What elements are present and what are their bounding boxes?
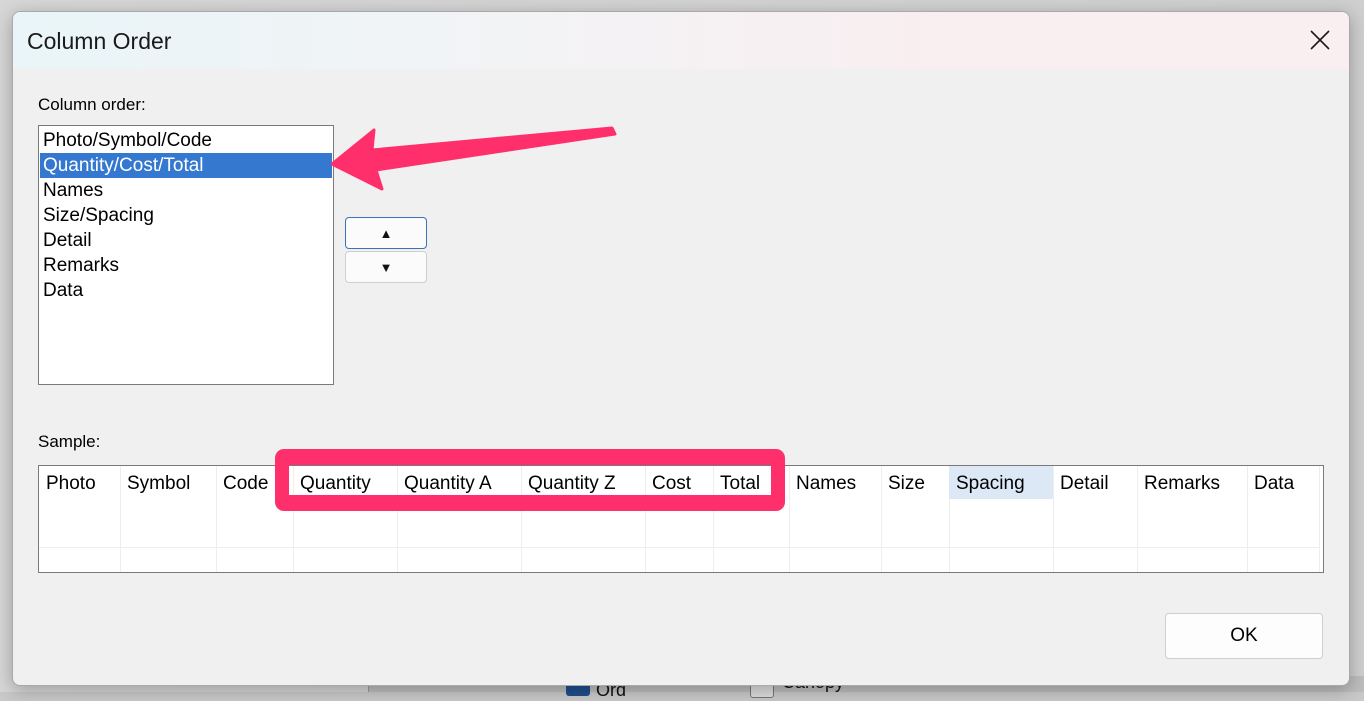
sample-column-header: Detail — [1060, 473, 1109, 494]
move-down-button[interactable]: ▼ — [345, 251, 427, 283]
sample-column-header: Remarks — [1144, 473, 1221, 494]
sample-column-header: Quantity A — [404, 473, 492, 494]
column-order-listbox[interactable]: Photo/Symbol/Code Quantity/Cost/Total Name… — [38, 125, 334, 385]
sample-column-header: Symbol — [127, 473, 191, 494]
list-item[interactable]: Size/Spacing — [40, 203, 332, 228]
sample-column-header: Quantity — [300, 473, 371, 494]
sample-column-header: Code — [223, 473, 269, 494]
arrow-down-icon: ▼ — [379, 259, 393, 275]
list-item[interactable]: Quantity/Cost/Total — [40, 153, 332, 178]
arrow-up-icon: ▲ — [379, 225, 393, 241]
move-up-button[interactable]: ▲ — [345, 217, 427, 249]
close-icon — [1310, 30, 1330, 50]
list-item[interactable]: Remarks — [40, 253, 332, 278]
sample-grid: Photo Symbol Code Quantity Quantity A Quantit… — [38, 465, 1324, 573]
close-button[interactable] — [1297, 20, 1343, 60]
sample-label: Sample: — [38, 432, 101, 451]
title-bar: Column Order — [13, 12, 1349, 69]
column-order-label: Column order: — [38, 95, 146, 114]
sample-column-header: Total — [720, 473, 761, 494]
column-order-dialog: Column Order Column order: Photo/Symbol/… — [12, 11, 1350, 686]
grid-row-divider — [39, 547, 1319, 548]
sample-column-header: Size — [888, 473, 925, 494]
list-item[interactable]: Detail — [40, 228, 332, 253]
sample-column-header: Spacing — [949, 466, 1053, 499]
grid-column-divider — [1319, 466, 1320, 572]
sample-column-header: Cost — [652, 473, 692, 494]
ok-button[interactable]: OK — [1165, 613, 1323, 659]
sample-column-header: Data — [1254, 473, 1295, 494]
list-item[interactable]: Data — [40, 278, 332, 303]
dialog-title: Column Order — [27, 28, 172, 54]
sample-column-header: Photo — [46, 473, 96, 494]
list-item[interactable]: Names — [40, 178, 332, 203]
sample-column-header: Names — [796, 473, 857, 494]
list-item[interactable]: Photo/Symbol/Code — [40, 128, 332, 153]
sample-column-header: Quantity Z — [528, 473, 616, 494]
